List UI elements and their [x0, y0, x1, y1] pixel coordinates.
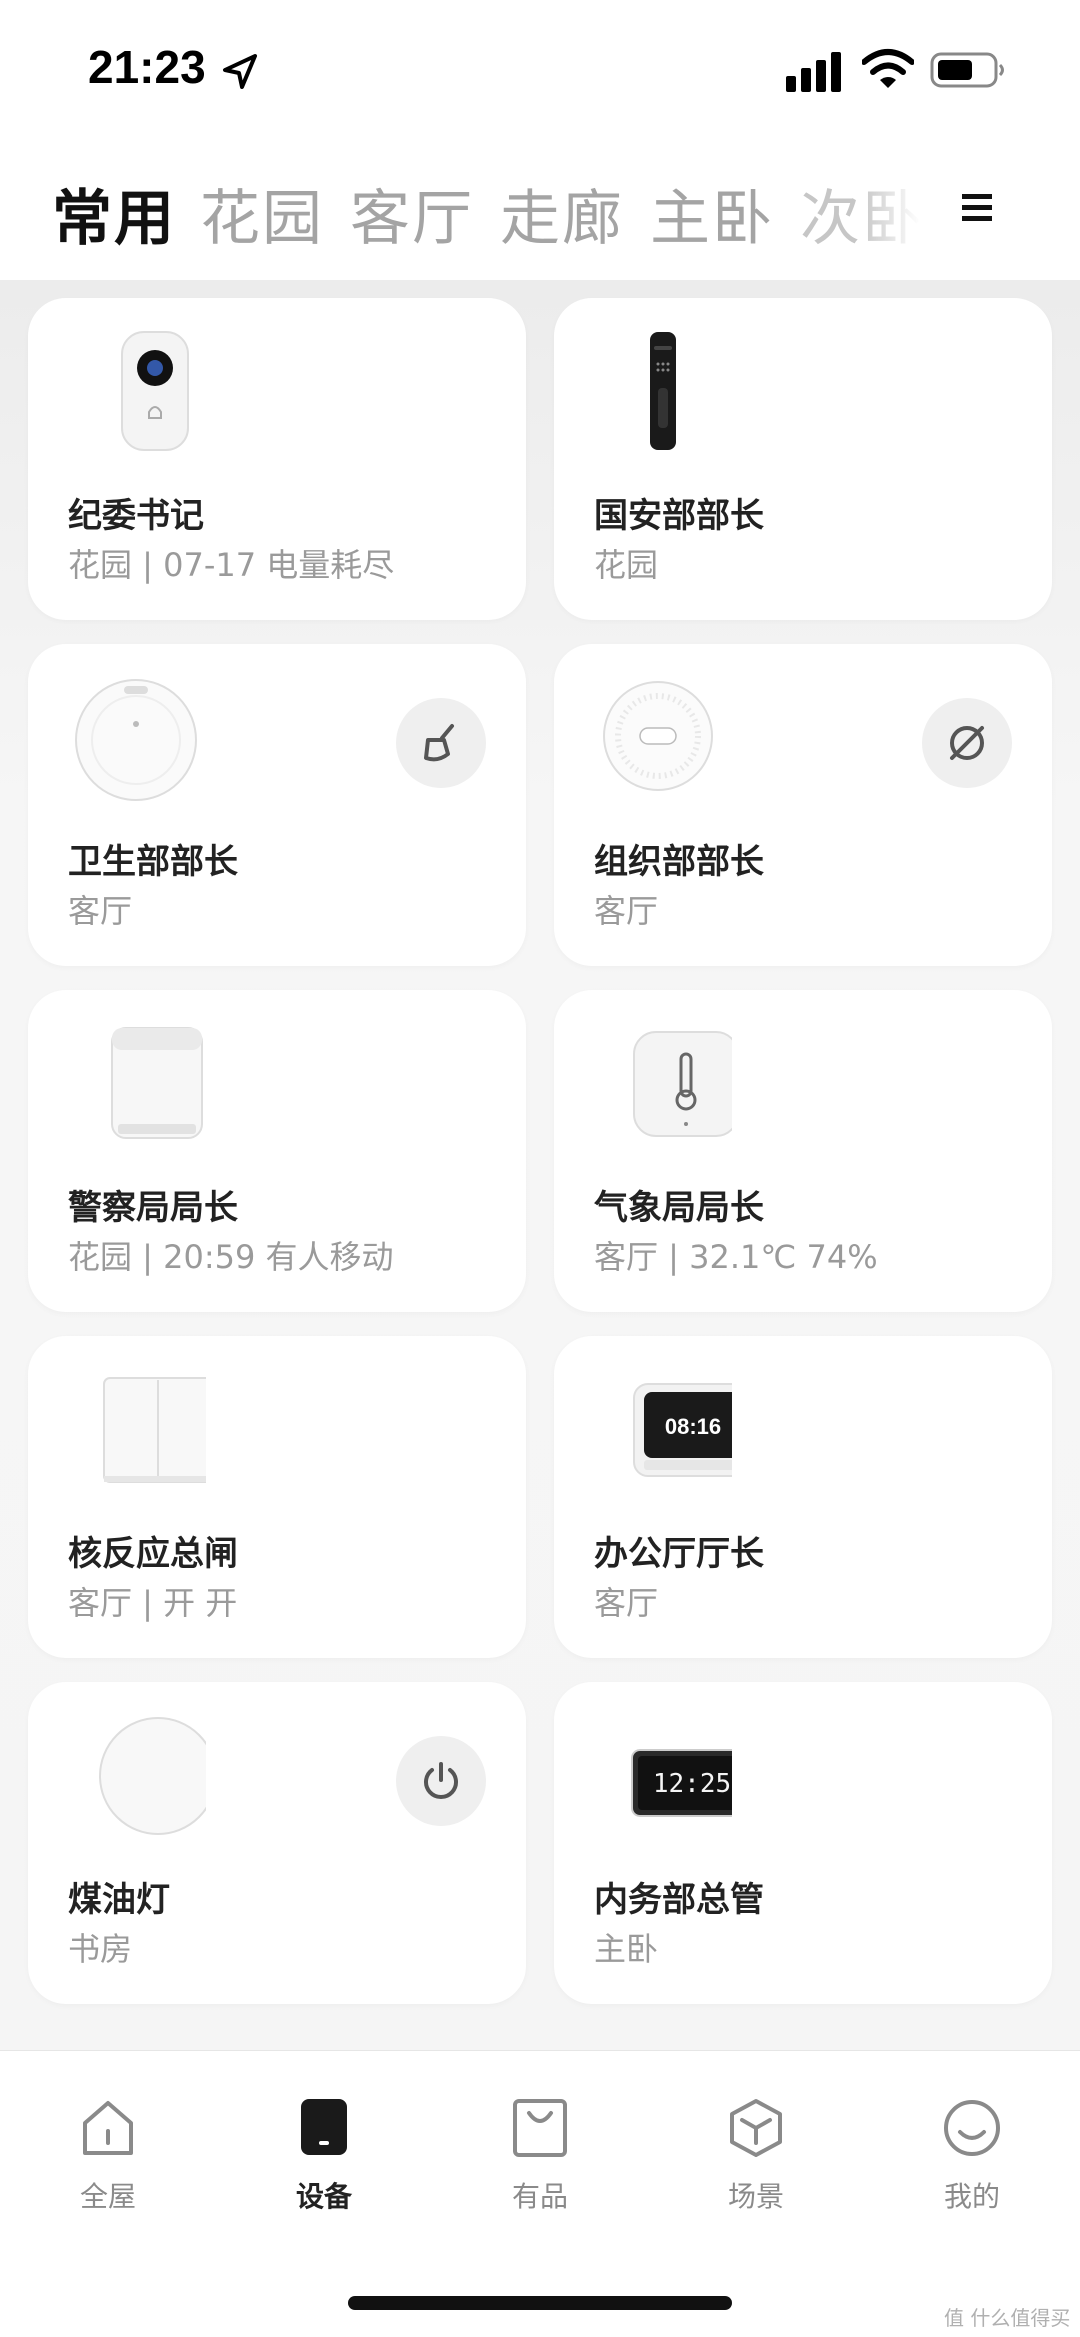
menu-icon[interactable] — [958, 188, 998, 228]
wifi-icon — [862, 49, 914, 88]
house-icon — [83, 2101, 133, 2155]
device-card-3[interactable]: 卫生部部长 客厅 — [28, 644, 526, 966]
wall-switch-icon — [103, 1377, 206, 1483]
device-card-9[interactable]: 煤油灯 书房 — [28, 1682, 526, 2004]
device-name: 内务部总管 — [594, 1880, 764, 1920]
device-card-2[interactable]: 国安部部长 花园 — [554, 298, 1052, 620]
device-name: 纪委书记 — [68, 496, 204, 536]
nav-home[interactable]: 全屋 — [48, 2097, 168, 2217]
nav-shop[interactable]: 有品 — [480, 2097, 600, 2217]
device-status: 书房 — [68, 1930, 133, 1968]
device-name: 核反应总闸 — [68, 1534, 238, 1574]
nav-label: 有品 — [511, 2180, 568, 2213]
cellular-signal-icon — [786, 52, 841, 92]
bottom-nav: 全屋 设备 有品 场景 我的 — [0, 2050, 1080, 2337]
device-status: 花园 | 07-17 电量耗尽 — [68, 546, 395, 584]
device-name: 国安部部长 — [594, 496, 764, 536]
device-status: 客厅 | 开 开 — [68, 1584, 238, 1622]
display-time: 12:25 — [653, 1769, 731, 1799]
device-card-5[interactable]: 警察局局长 花园 | 20:59 有人移动 — [28, 990, 526, 1312]
status-bar: 21:23 — [0, 0, 1080, 140]
device-name: 煤油灯 — [68, 1880, 170, 1920]
smiley-icon — [944, 2100, 1000, 2156]
tab-living-room[interactable]: 客厅 — [350, 170, 474, 257]
device-status: 主卧 — [594, 1930, 659, 1968]
status-time: 21:23 — [88, 41, 206, 93]
home-indicator[interactable] — [348, 2296, 732, 2310]
device-card-7[interactable]: 核反应总闸 客厅 | 开 开 — [28, 1336, 526, 1658]
thermometer-sensor-icon — [633, 1031, 732, 1137]
tab-garden[interactable]: 花园 — [200, 170, 324, 257]
power-button[interactable] — [396, 1736, 486, 1826]
device-card-6[interactable]: 气象局局长 客厅 | 32.1℃ 74% — [554, 990, 1052, 1312]
tab-favorites[interactable]: 常用 — [52, 170, 176, 257]
nav-label: 场景 — [727, 2180, 784, 2213]
shopping-bag-icon — [513, 2099, 567, 2157]
device-name: 组织部部长 — [594, 842, 764, 882]
nav-devices[interactable]: 设备 — [264, 2097, 384, 2217]
tab-master-bedroom[interactable]: 主卧 — [650, 170, 774, 257]
doorbell-camera-icon — [121, 331, 189, 451]
device-card-10[interactable]: 12:25 内务部总管 主卧 — [554, 1682, 1052, 2004]
nav-label: 全屋 — [79, 2180, 136, 2213]
cube-icon — [730, 2099, 782, 2157]
device-card-1[interactable]: 纪委书记 花园 | 07-17 电量耗尽 — [28, 298, 526, 620]
device-card-8[interactable]: 08:16 办公厅厅长 客厅 — [554, 1336, 1052, 1658]
smart-lock-icon — [650, 332, 676, 450]
device-name: 气象局局长 — [594, 1188, 764, 1228]
broom-icon — [424, 724, 454, 762]
watermark: 值 什么值得买 — [944, 2306, 1071, 2330]
gateway-hub-icon — [603, 681, 713, 791]
ceiling-light-icon — [99, 1717, 206, 1835]
device-status: 客厅 — [594, 1584, 659, 1622]
device-name: 警察局局长 — [68, 1188, 238, 1228]
clean-button[interactable] — [396, 698, 486, 788]
device-name: 卫生部部长 — [68, 842, 238, 882]
nav-profile[interactable]: 我的 — [912, 2097, 1032, 2217]
location-arrow-icon — [223, 54, 257, 89]
nav-scenes[interactable]: 场景 — [696, 2097, 816, 2217]
smart-display-icon: 08:16 — [633, 1383, 732, 1477]
device-card-4[interactable]: 组织部部长 客厅 — [554, 644, 1052, 966]
room-tabs-header: 常用 花园 客厅 走廊 主卧 次卧 — [0, 140, 1080, 280]
device-status: 客厅 — [594, 892, 659, 930]
device-status: 客厅 — [68, 892, 133, 930]
device-status: 客厅 | 32.1℃ 74% — [594, 1238, 878, 1276]
device-name: 办公厅厅长 — [594, 1534, 764, 1574]
power-icon — [424, 1762, 458, 1799]
link-button[interactable] — [922, 698, 1012, 788]
motion-sensor-icon — [111, 1027, 203, 1139]
tab-fade — [860, 140, 920, 280]
device-status: 花园 | 20:59 有人移动 — [68, 1238, 394, 1276]
tab-hallway[interactable]: 走廊 — [500, 170, 624, 257]
robot-vacuum-icon — [75, 679, 197, 801]
device-status: 花园 — [594, 546, 659, 584]
alarm-clock-icon: 12:25 — [631, 1749, 732, 1817]
display-time: 08:16 — [665, 1414, 721, 1439]
disabled-link-icon — [950, 726, 984, 760]
battery-icon — [930, 52, 1004, 88]
device-grid: 纪委书记 花园 | 07-17 电量耗尽 国安部部长 花园 卫生部部长 客厅 组… — [0, 280, 1080, 2050]
device-icon — [301, 2099, 347, 2155]
nav-label: 设备 — [295, 2180, 352, 2213]
nav-label: 我的 — [943, 2180, 1000, 2213]
